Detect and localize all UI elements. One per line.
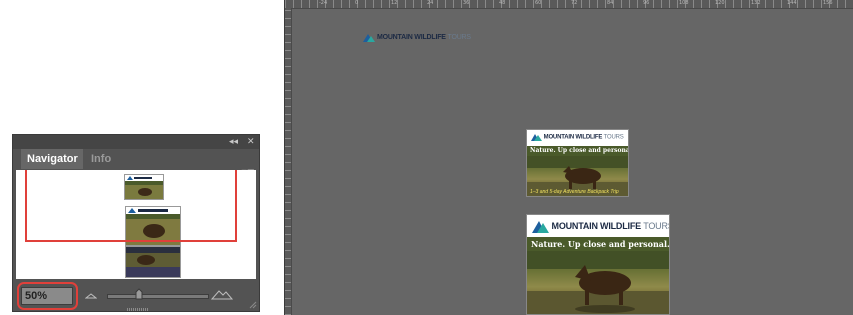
panel-tabs: Navigator Info ▾≡ (13, 149, 259, 178)
large-ad-artboard[interactable]: MOUNTAIN WILDLIFE TOURS Nature. Up close… (526, 214, 670, 315)
ruler-number: 144 (787, 0, 797, 6)
logo-brand-thin: TOURS (643, 221, 669, 231)
zoom-slider-track[interactable] (107, 294, 209, 299)
small-ad-header: MOUNTAIN WILDLIFE TOURS (527, 130, 628, 146)
large-ad-tagline-bar: Nature. Up close and personal. (527, 237, 669, 251)
ruler-number: 24 (427, 0, 434, 6)
mountain-logo-icon (532, 221, 549, 234)
small-ad-tagline-bar: Nature. Up close and personal. (527, 146, 628, 156)
mountain-logo-icon (363, 33, 375, 42)
logo-wordmark: MOUNTAIN WILDLIFE TOURS (551, 221, 669, 231)
navigator-controls: 50% (13, 279, 259, 311)
zoom-slider-handle[interactable] (135, 288, 143, 300)
ruler-number: 84 (607, 0, 614, 6)
small-ad-photo: 1–3 and 5-day Adventure Backpack Trip (527, 156, 628, 196)
panel-scroll-grip[interactable] (127, 308, 149, 311)
large-ad-photo (527, 251, 669, 314)
ruler-number: 108 (679, 0, 689, 6)
zoom-field-highlight (17, 282, 78, 310)
resize-grip-icon[interactable] (249, 301, 257, 309)
small-ad-footer: 1–3 and 5-day Adventure Backpack Trip (530, 189, 619, 195)
ruler-number: 60 (535, 0, 542, 6)
panel-titlebar[interactable]: ◂◂ ✕ (13, 135, 259, 149)
tab-info[interactable]: Info (85, 149, 119, 169)
logo-brand-bold: MOUNTAIN WILDLIFE (376, 34, 446, 41)
ruler-number: 0 (355, 0, 359, 6)
logo-brand-bold: MOUNTAIN WILDLIFE (551, 221, 642, 231)
large-ad-logo: MOUNTAIN WILDLIFE TOURS (532, 219, 669, 234)
large-ad-header: MOUNTAIN WILDLIFE TOURS (527, 215, 669, 237)
zoom-in-icon[interactable] (211, 288, 233, 300)
logo-wordmark: MOUNTAIN WILDLIFE TOURS (377, 34, 471, 41)
horizontal-ruler[interactable]: -24 0 12 24 36 48 60 72 84 96 108 120 13… (285, 0, 853, 9)
close-panel-icon[interactable]: ✕ (247, 135, 255, 149)
ruler-number: 132 (751, 0, 761, 6)
ruler-number: 72 (571, 0, 578, 6)
logo-brand-thin: TOURS (447, 34, 472, 41)
document-canvas[interactable]: -24 0 12 24 36 48 60 72 84 96 108 120 13… (284, 0, 853, 315)
logo-brand-thin: TOURS (603, 134, 624, 141)
ruler-number: 12 (391, 0, 398, 6)
logo-brand-bold: MOUNTAIN WILDLIFE (543, 134, 603, 141)
logo-wordmark: MOUNTAIN WILDLIFE TOURS (544, 135, 624, 141)
ruler-number: 96 (643, 0, 650, 6)
ruler-number: 120 (715, 0, 725, 6)
zoom-out-icon[interactable] (85, 293, 97, 299)
tab-navigator[interactable]: Navigator (21, 149, 83, 169)
thumbnail-bottom-ad-graphic (126, 247, 180, 277)
canvas-logo[interactable]: MOUNTAIN WILDLIFE TOURS (363, 32, 471, 43)
navigator-panel: ◂◂ ✕ Navigator Info ▾≡ (12, 134, 260, 312)
collapse-panel-icon[interactable]: ◂◂ (229, 135, 238, 149)
moose-photo-graphic (527, 251, 669, 314)
small-ad-artboard[interactable]: MOUNTAIN WILDLIFE TOURS Nature. Up close… (526, 129, 629, 197)
navigator-preview[interactable] (16, 170, 256, 279)
thumbnail-bottom-ad (125, 246, 181, 278)
ruler-number: 156 (823, 0, 833, 6)
ruler-number: 36 (463, 0, 470, 6)
ruler-number: -24 (319, 0, 328, 6)
proxy-view-area[interactable] (25, 170, 237, 242)
vertical-ruler[interactable] (285, 8, 292, 315)
small-ad-tagline: Nature. Up close and personal. (530, 147, 629, 154)
ruler-number: 48 (499, 0, 506, 6)
small-ad-logo: MOUNTAIN WILDLIFE TOURS (531, 133, 624, 143)
mountain-logo-icon (531, 134, 542, 141)
large-ad-tagline: Nature. Up close and personal. (531, 239, 670, 249)
